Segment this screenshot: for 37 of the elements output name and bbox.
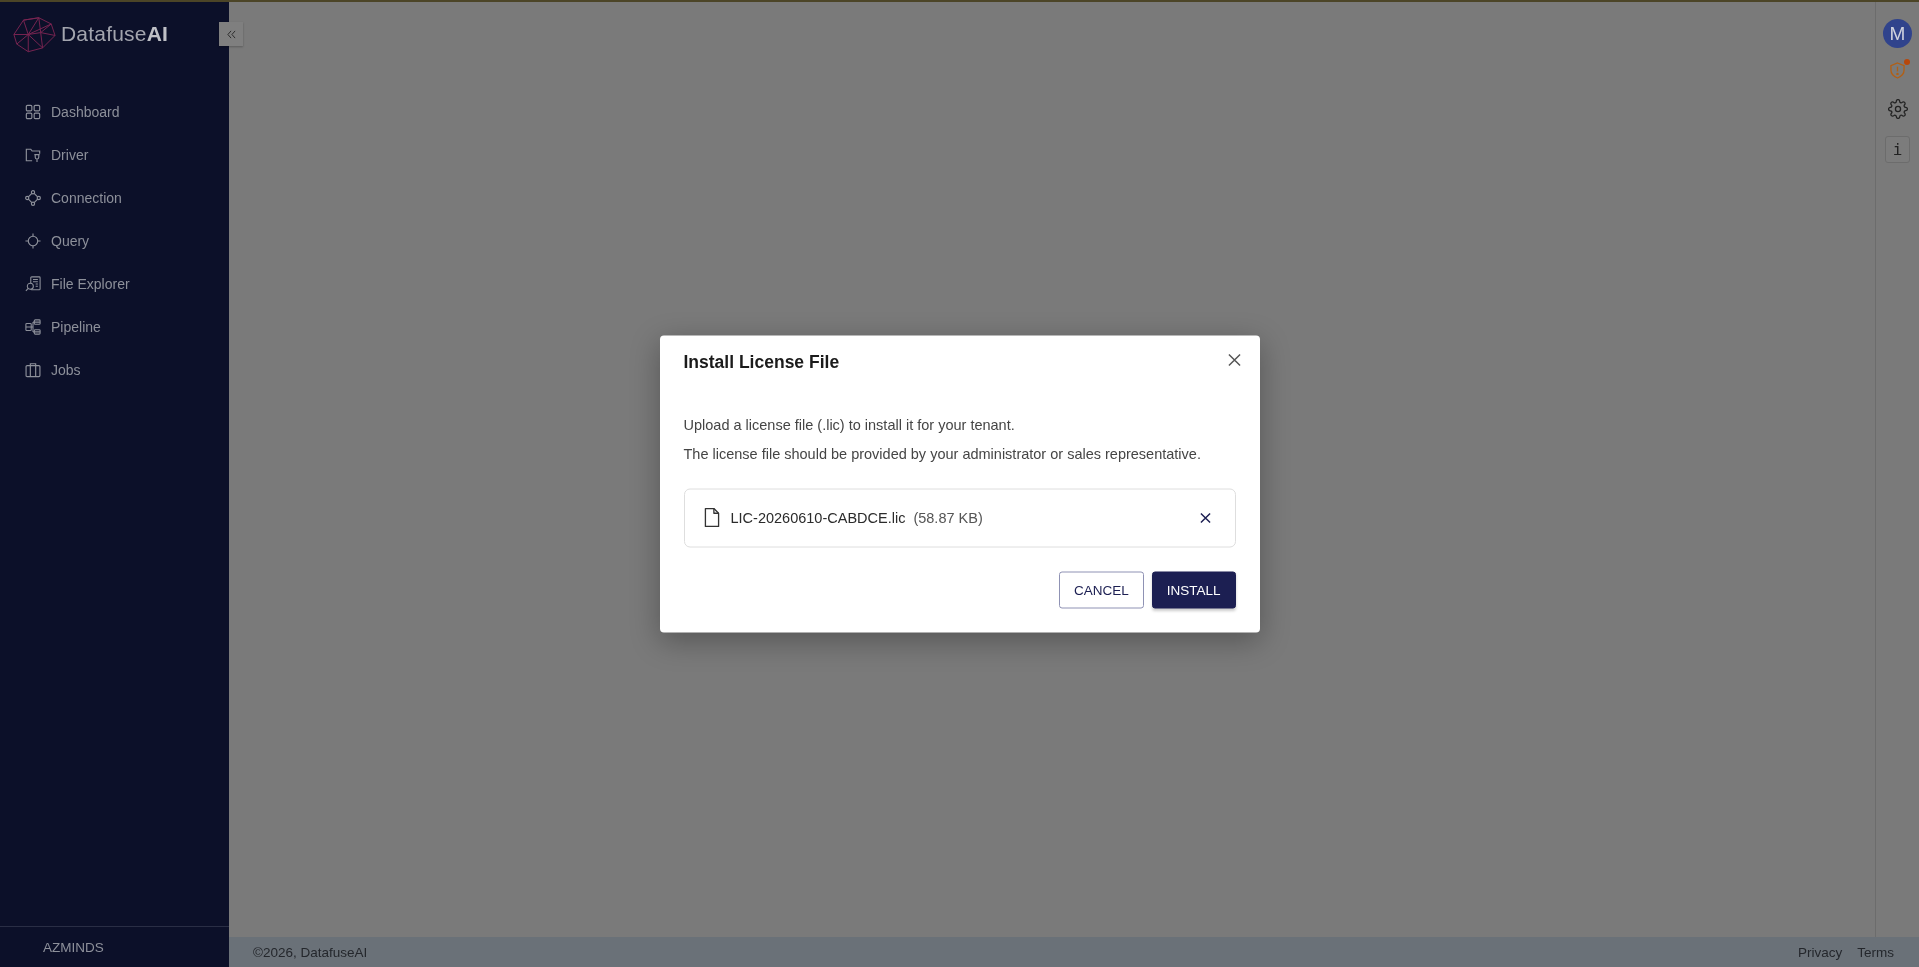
organization-name: AZMINDS [43, 939, 104, 955]
copyright-text: ©2026, DatafuseAI [253, 944, 368, 960]
file-size: (58.87 KB) [913, 509, 983, 526]
double-chevron-left-icon [226, 29, 236, 39]
user-avatar[interactable]: M [1883, 19, 1912, 48]
close-icon [1199, 512, 1211, 523]
file-name: LIC-20260610-CABDCE.lic [730, 509, 906, 526]
nav-item[interactable]: File Explorer [0, 262, 229, 305]
nav-item[interactable]: Pipeline [0, 305, 229, 348]
document-search-icon [25, 275, 41, 292]
logo-icon [12, 15, 56, 53]
dialog-text: The license file should be provided by your administrator or sales representative. [683, 444, 1202, 463]
nodes-icon [25, 189, 41, 206]
target-icon [25, 232, 41, 249]
close-icon [1227, 353, 1241, 367]
grid-icon [25, 103, 41, 120]
dialog-text: Upload a license file (.lic) to install it for your tenant. [683, 415, 1016, 434]
flow-boxes-icon [25, 318, 41, 335]
folder-plug-icon [25, 146, 41, 163]
nav-item[interactable]: Dashboard [0, 90, 229, 133]
nav-item[interactable]: Connection [0, 176, 229, 219]
settings-icon[interactable] [1887, 99, 1908, 119]
briefcase-icon [25, 361, 41, 378]
install-button[interactable]: INSTALL [1151, 571, 1236, 608]
footer-link[interactable]: Privacy [1798, 944, 1843, 960]
file-icon [703, 507, 720, 528]
nav-item[interactable]: Jobs [0, 348, 229, 391]
cancel-button[interactable]: CANCEL [1058, 571, 1144, 608]
info-button[interactable]: i [1885, 136, 1910, 163]
nav-item[interactable]: Query [0, 219, 229, 262]
remove-file-button[interactable] [1199, 512, 1211, 523]
collapse-button[interactable] [219, 22, 243, 46]
dialog-title: Install License File [683, 351, 840, 373]
close-button[interactable] [1227, 353, 1241, 367]
brand-name: DatafuseAI [61, 22, 169, 46]
nav-item[interactable]: Driver [0, 133, 229, 176]
footer-link[interactable]: Terms [1857, 944, 1894, 960]
